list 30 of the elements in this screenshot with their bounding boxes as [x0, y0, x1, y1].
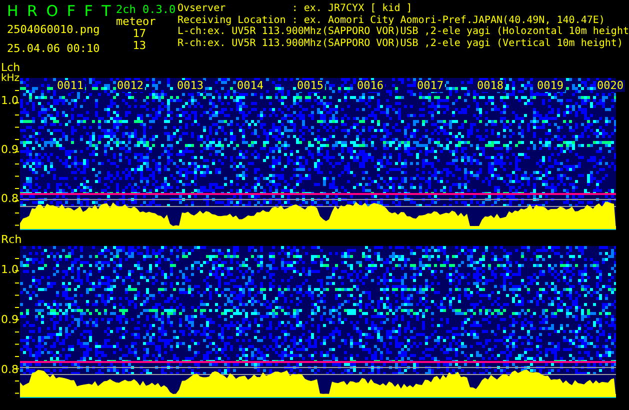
app-title: H R O F F T: [7, 3, 114, 19]
time-label: 0018: [476, 80, 504, 92]
meteor-count: 17: [132, 28, 146, 40]
time-label: 0014: [236, 80, 264, 92]
version-label: 2ch 0.3.0: [116, 4, 177, 16]
time-label: 0016: [356, 80, 384, 92]
info-line: R-ch:ex. UV5R 113.900Mhz(SAPPORO VOR)USB ,2-ele yagi (Vertical 10m height): [177, 38, 624, 49]
meteor-count: 13: [132, 40, 146, 52]
frequency-label: 0.9: [1, 314, 18, 326]
channel-label: Rch: [1, 234, 22, 246]
frequency-label: 1.0: [1, 95, 18, 107]
time-label: 0017: [416, 80, 444, 92]
info-line: Receiving Location : ex. Aomori City Aomori-Pref.JAPAN(40.49N, 140.47E): [177, 14, 606, 26]
frequency-label: 0.8: [1, 193, 18, 205]
filename: 2504060010.png: [7, 23, 101, 36]
info-line: L-ch:ex. UV5R 113.900Mhz(SAPPORO VOR)USB ,2-ele yagi (Holozontal 10m height: [177, 26, 629, 38]
channel-label: Lch: [1, 62, 20, 74]
frequency-label: 1.0: [1, 264, 18, 276]
info-line: Ovserver : ex. JR7CYX [ kid ]: [177, 3, 414, 14]
time-label: 0019: [536, 80, 564, 92]
time-label: 0013: [176, 80, 204, 92]
mode-label: meteor: [116, 16, 157, 28]
time-label: 0015: [296, 80, 324, 92]
time-label: 0012: [116, 80, 144, 92]
time-label: 0011: [56, 80, 84, 92]
datetime: 25.04.06 00:10: [7, 42, 101, 55]
time-label: 0020: [596, 80, 624, 92]
unit-label: kHz: [1, 73, 20, 85]
frequency-label: 0.9: [1, 144, 18, 156]
frequency-label: 0.8: [1, 364, 18, 376]
